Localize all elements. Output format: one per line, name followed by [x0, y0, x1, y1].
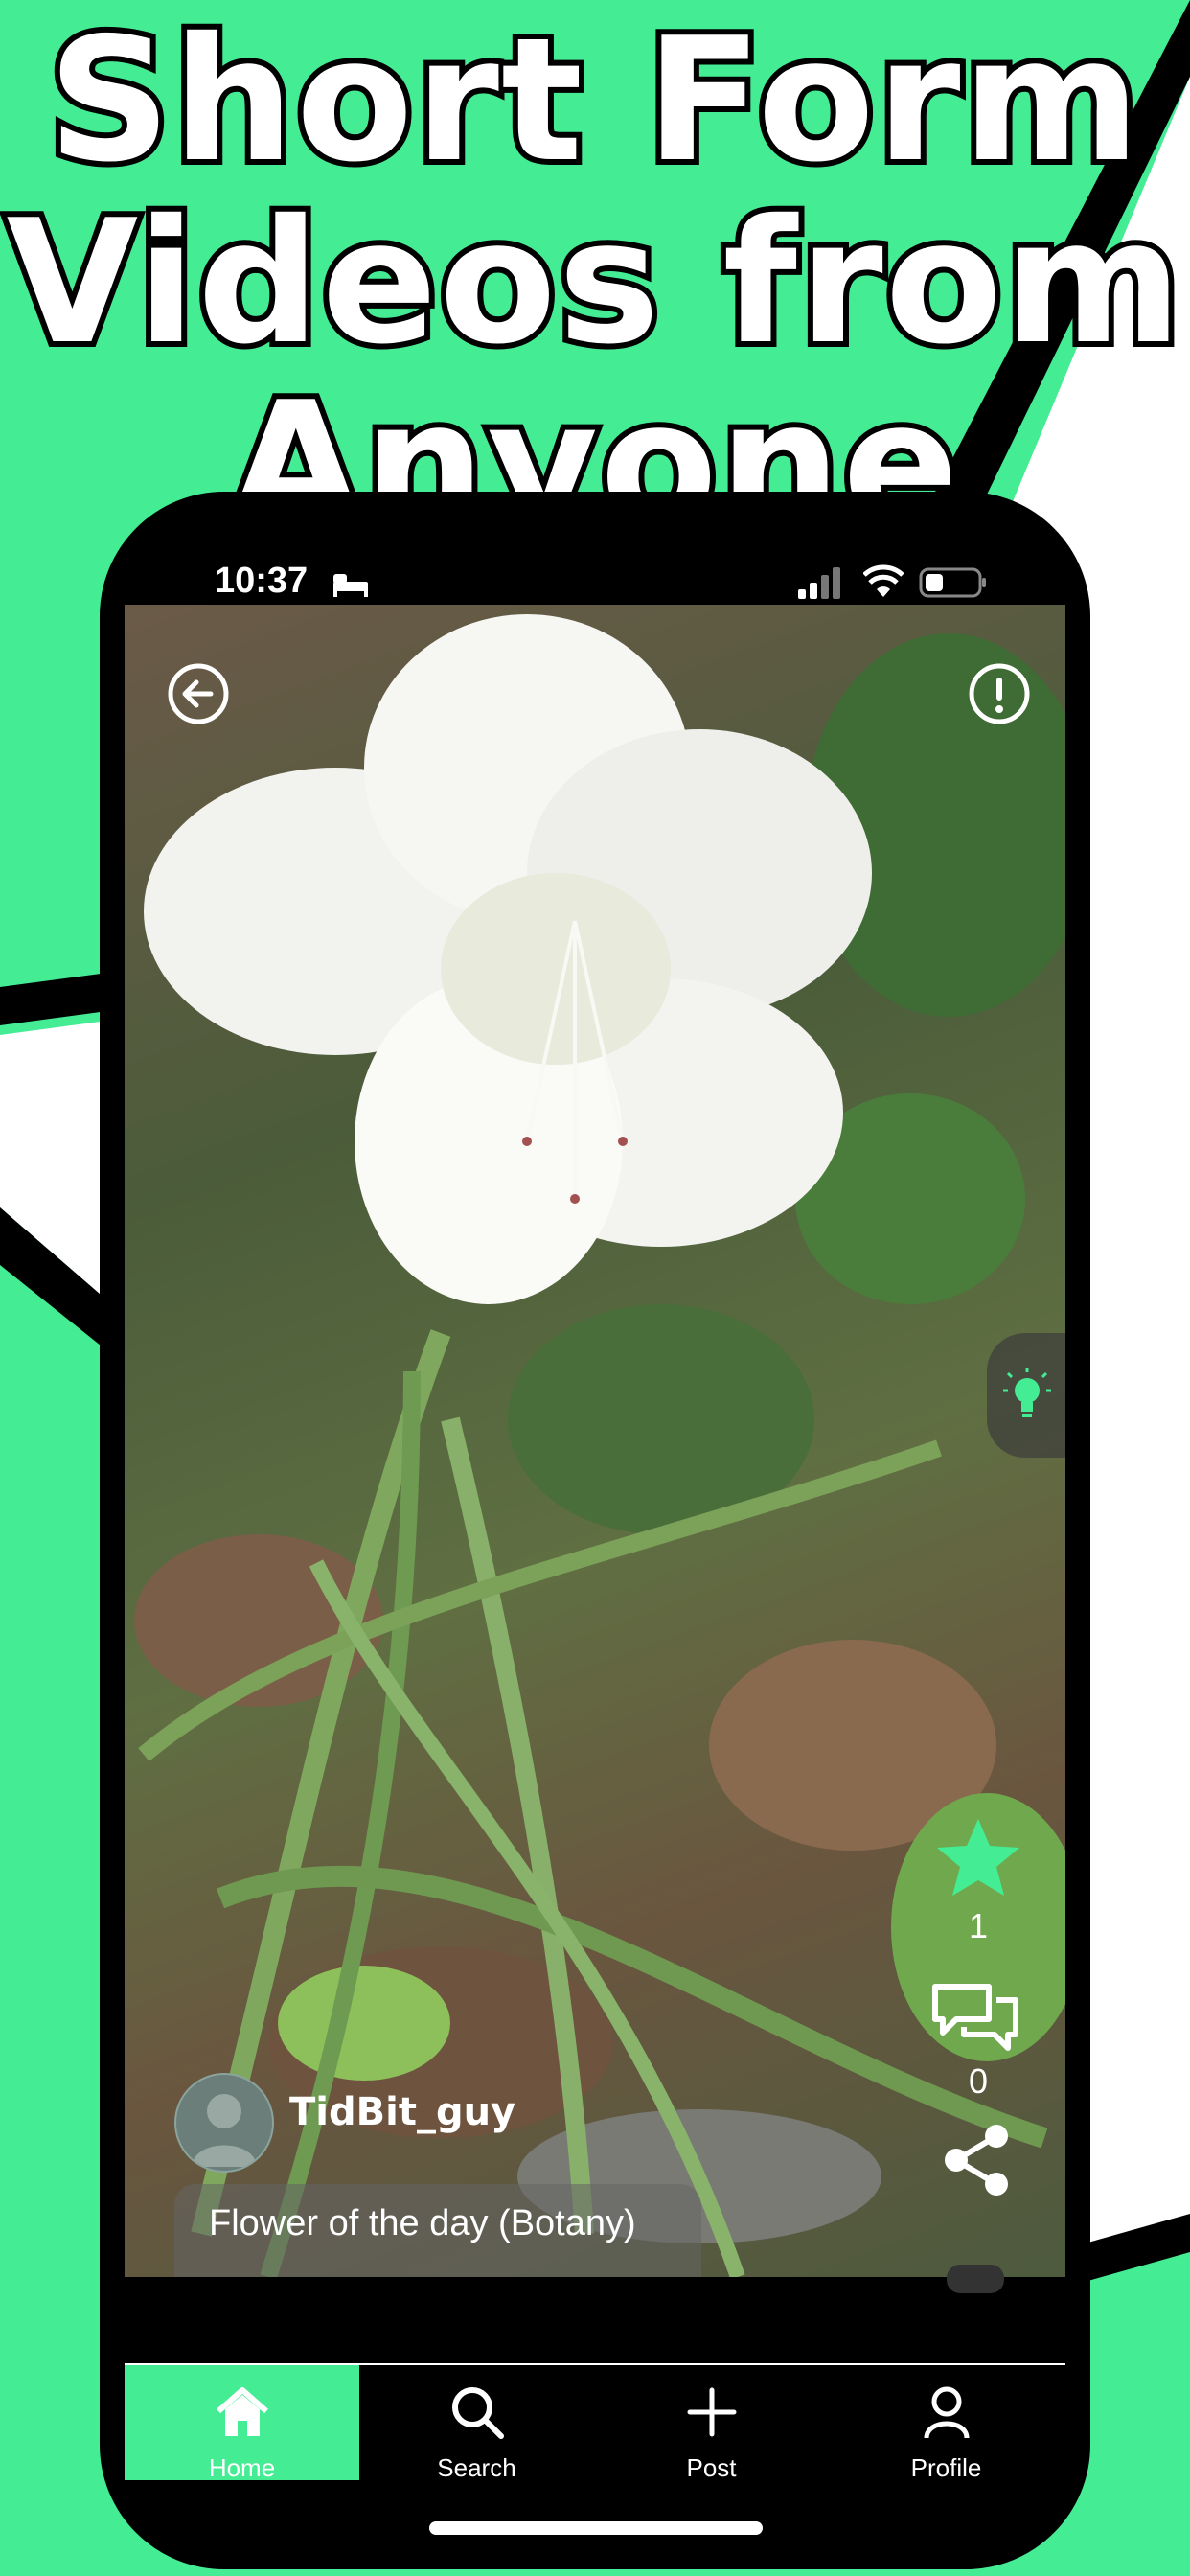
plus-icon — [687, 2387, 737, 2437]
battery-icon — [919, 567, 986, 598]
phone-frame: 10:37 1 0 TidBit_guy Flower of the day (… — [100, 492, 1090, 2569]
wifi-icon — [863, 564, 904, 597]
post-caption: Flower of the day (Botany) — [209, 2203, 636, 2243]
nav-profile[interactable]: Profile — [829, 2365, 1064, 2482]
side-drawer-tab[interactable] — [987, 1333, 1065, 1458]
bed-icon — [333, 574, 368, 597]
star-icon[interactable] — [935, 1817, 1021, 1898]
home-icon — [217, 2387, 268, 2436]
status-bar: 10:37 — [100, 492, 1090, 605]
nav-home-label: Home — [208, 2453, 276, 2482]
profile-icon — [924, 2386, 970, 2439]
report-icon[interactable] — [966, 660, 1033, 727]
nav-post[interactable]: Post — [594, 2365, 829, 2482]
video-frame-flower — [134, 614, 1065, 2277]
share-icon[interactable] — [941, 2123, 1012, 2197]
status-time: 10:37 — [215, 561, 309, 601]
comment-count: 0 — [968, 2061, 989, 2101]
nav-profile-label: Profile — [910, 2453, 982, 2482]
video-drag-handle[interactable] — [947, 2265, 1004, 2293]
username[interactable]: TidBit_guy — [289, 2090, 515, 2134]
comment-icon[interactable] — [931, 1981, 1019, 2058]
nav-search-label: Search — [437, 2453, 516, 2482]
like-count: 1 — [968, 1906, 989, 1945]
search-icon — [452, 2387, 504, 2439]
headline-line-1: Short Form — [42, 1, 1146, 199]
avatar[interactable] — [174, 2073, 274, 2173]
nav-post-label: Post — [686, 2453, 737, 2482]
promo-headline: Short Form Videos from Anyone — [0, 0, 1190, 562]
video-player[interactable]: 1 0 TidBit_guy Flower of the day (Botany… — [125, 605, 1065, 2277]
lightbulb-icon — [1003, 1368, 1051, 1417]
bottom-nav: Home Search Post Profile — [125, 2363, 1065, 2484]
nav-search[interactable]: Search — [359, 2365, 594, 2482]
avatar-person-icon — [192, 2094, 257, 2167]
signal-icon — [798, 567, 840, 599]
caption-box: Flower of the day (Botany) — [174, 2184, 701, 2277]
nav-home[interactable]: Home — [125, 2365, 359, 2482]
home-indicator[interactable] — [429, 2521, 763, 2535]
back-arrow-icon[interactable] — [165, 660, 232, 727]
headline-line-2: Videos from — [1, 183, 1188, 381]
